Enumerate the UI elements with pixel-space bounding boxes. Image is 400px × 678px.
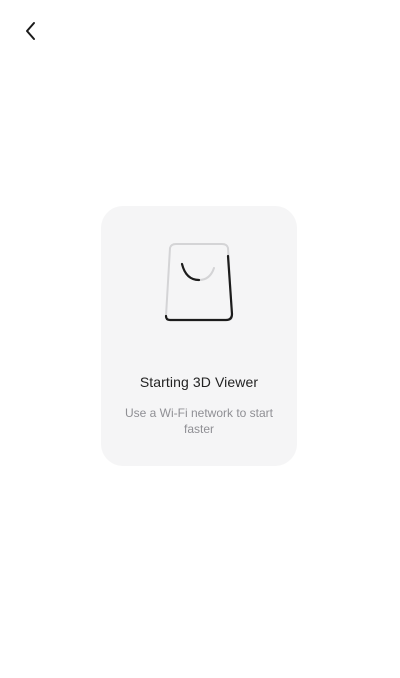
loading-title: Starting 3D Viewer [139, 374, 259, 390]
loading-card: Starting 3D Viewer Use a Wi-Fi network t… [101, 206, 297, 466]
shopping-bag-icon [164, 243, 234, 322]
back-button[interactable] [14, 16, 48, 46]
loading-subtitle: Use a Wi-Fi network to start faster [124, 406, 274, 436]
chevron-left-icon [26, 22, 35, 40]
